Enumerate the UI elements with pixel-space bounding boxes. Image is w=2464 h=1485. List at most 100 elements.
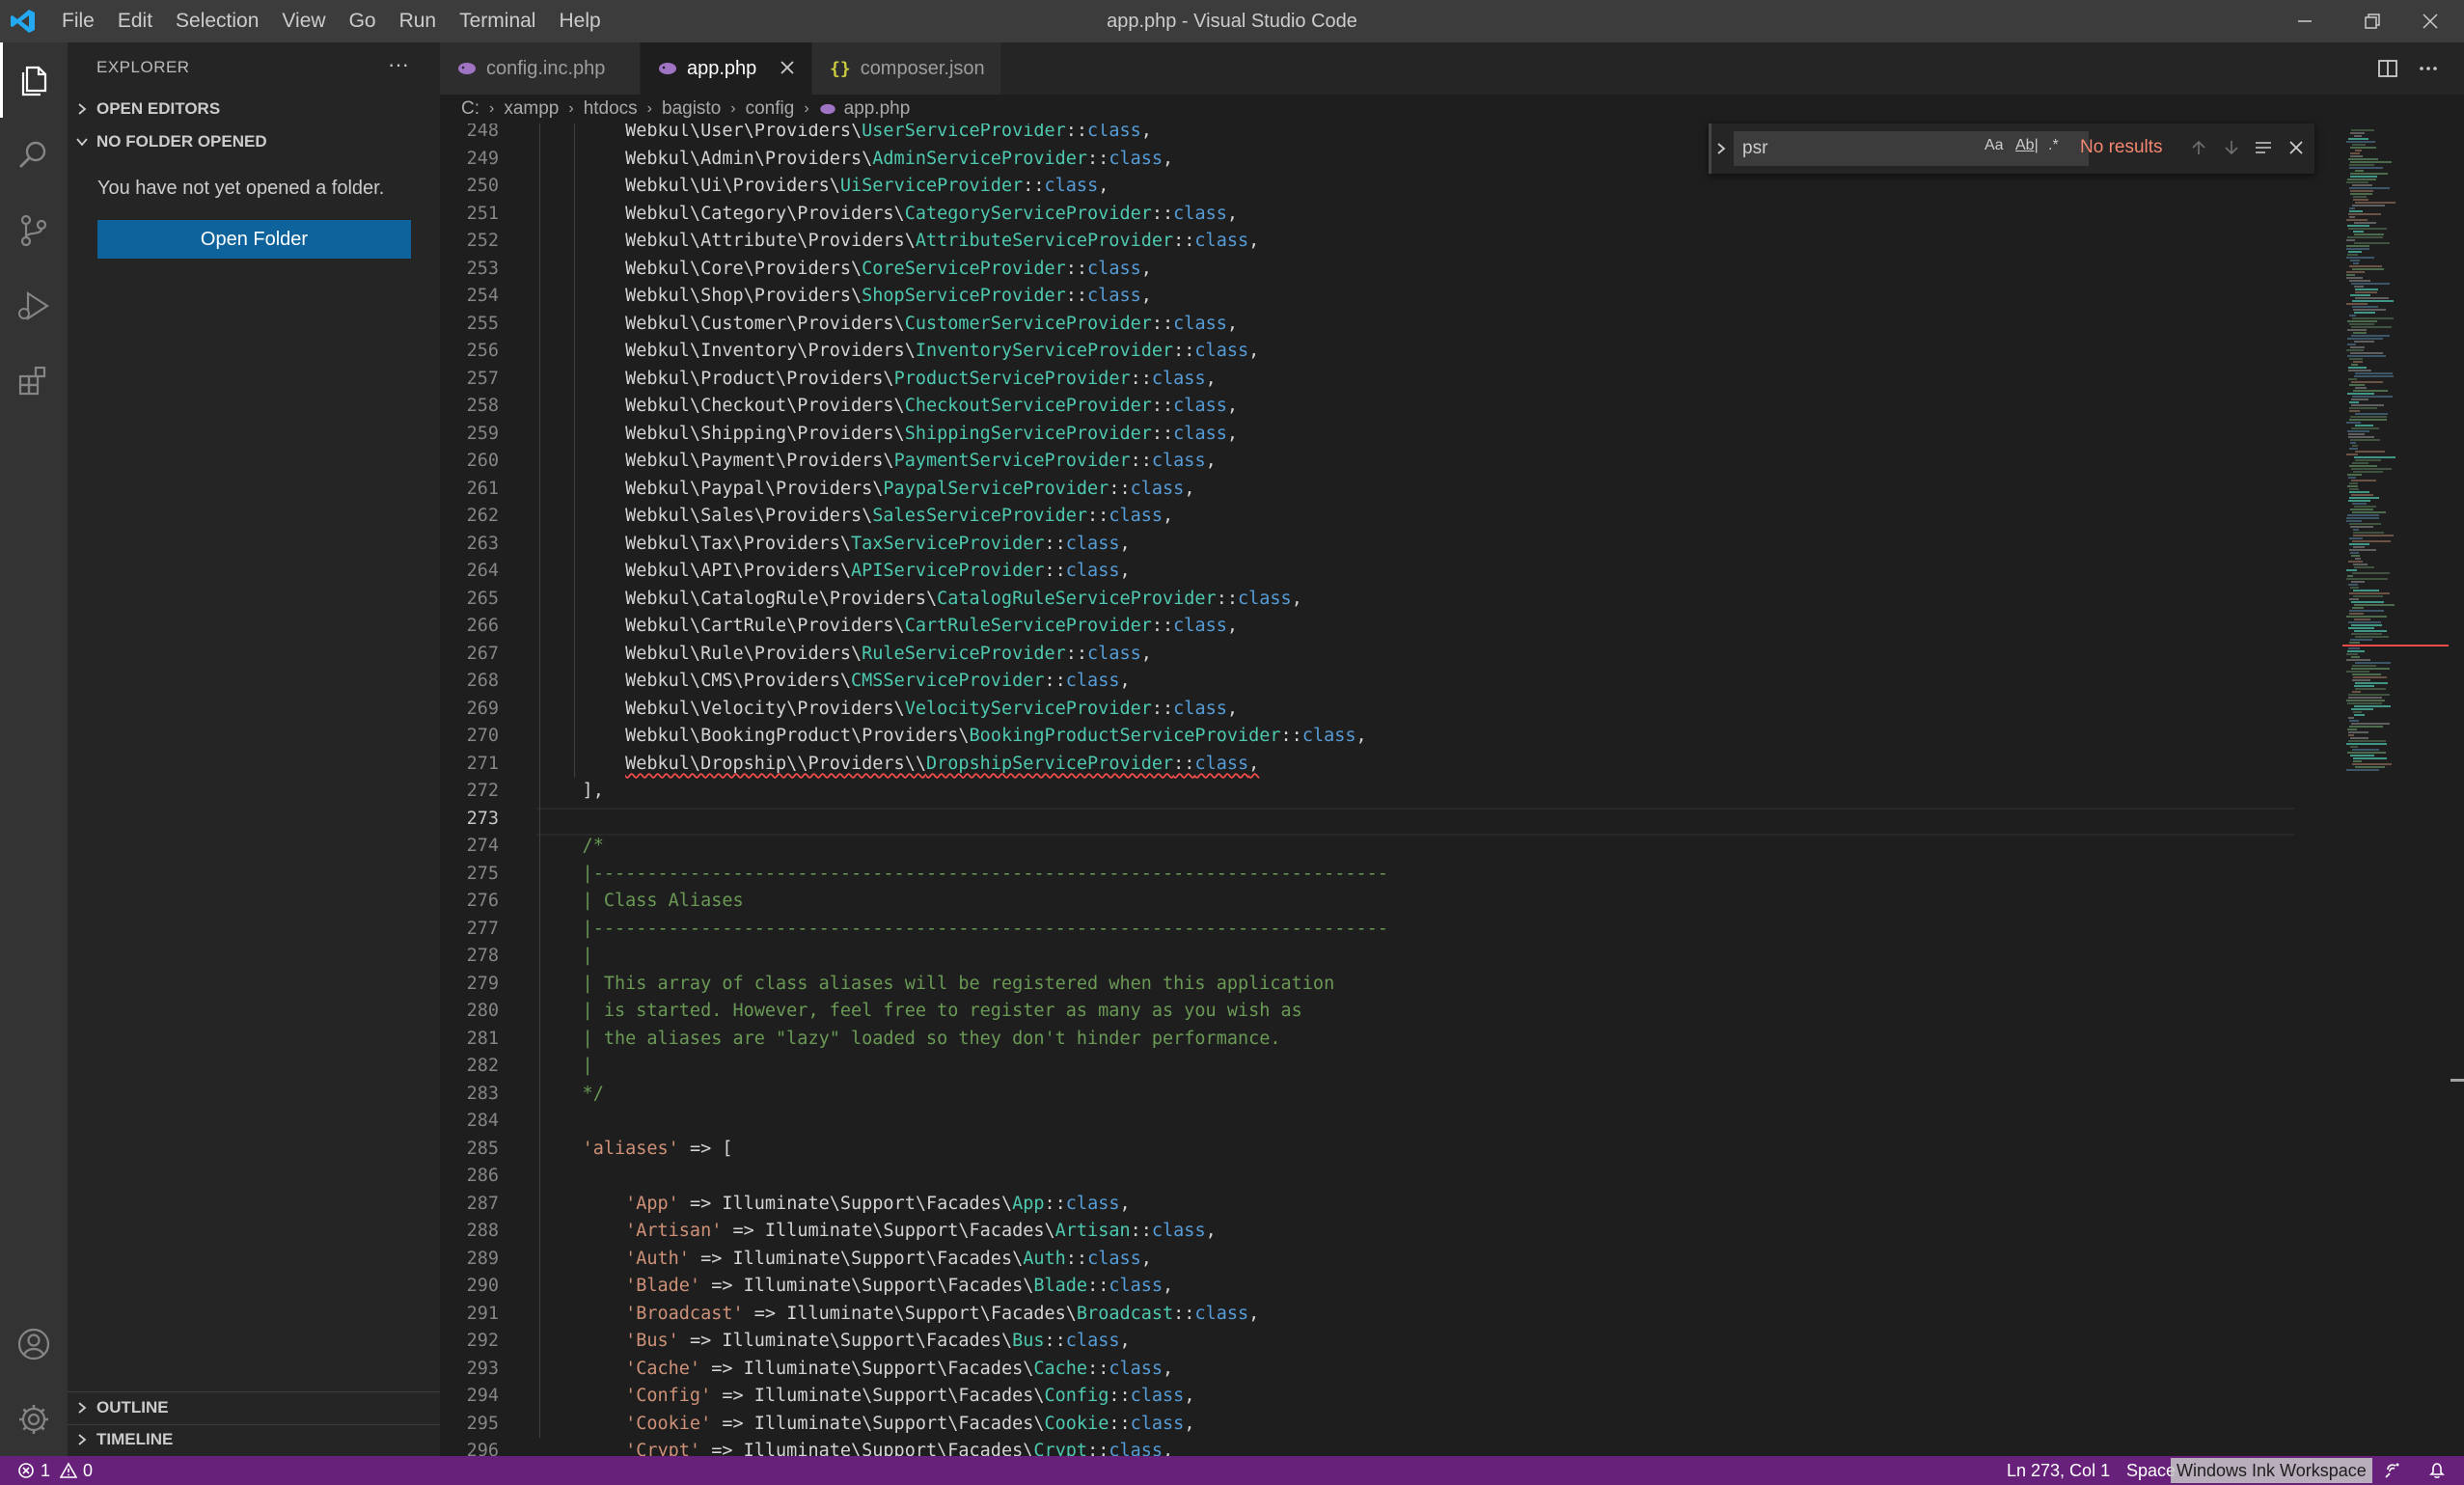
extensions-button[interactable] [0, 344, 68, 419]
close-find-button[interactable] [2284, 135, 2309, 160]
next-match-button[interactable] [2219, 135, 2244, 160]
cursor-position[interactable]: Ln 273, Col 1 [2007, 1456, 2110, 1485]
minimap[interactable] [2342, 124, 2449, 780]
code-line[interactable]: Webkul\Inventory\Providers\InventoryServ… [539, 338, 2295, 366]
code-line[interactable]: Webkul\Checkout\Providers\CheckoutServic… [539, 393, 2295, 421]
code-line[interactable]: Webkul\Core\Providers\CoreServiceProvide… [539, 256, 2295, 284]
accounts-button[interactable] [0, 1306, 68, 1382]
code-area[interactable]: Webkul\User\Providers\UserServiceProvide… [539, 124, 2295, 1456]
feedback-button[interactable] [2383, 1456, 2402, 1485]
code-line[interactable]: Webkul\API\Providers\APIServiceProvider:… [539, 558, 2295, 586]
code-editor[interactable]: 248 249 250 251 252 253 254 255 256 257 258 259 260 2… [440, 124, 2464, 1456]
menu-edit[interactable]: Edit [106, 10, 164, 33]
code-line[interactable]: Webkul\Paypal\Providers\PaypalServicePro… [539, 476, 2295, 504]
code-line[interactable]: Webkul\CatalogRule\Providers\CatalogRule… [539, 586, 2295, 614]
explorer-button[interactable] [0, 42, 68, 118]
code-line[interactable] [539, 1163, 2295, 1191]
split-editor-button[interactable] [2377, 42, 2398, 95]
code-line[interactable]: Webkul\Ui\Providers\UiServiceProvider::c… [539, 173, 2295, 201]
code-line[interactable]: Webkul\Category\Providers\CategoryServic… [539, 201, 2295, 229]
breadcrumb-item[interactable]: bagisto [662, 98, 721, 120]
code-line[interactable]: Webkul\Dropship\\Providers\\DropshipServ… [539, 751, 2295, 779]
indentation-setting[interactable]: Space [2126, 1456, 2176, 1485]
vertical-scrollbar[interactable] [2449, 124, 2464, 1456]
menu-help[interactable]: Help [547, 10, 612, 33]
code-line[interactable]: | [539, 1053, 2295, 1081]
search-button[interactable] [0, 118, 68, 193]
code-line[interactable]: Webkul\CartRule\Providers\CartRuleServic… [539, 613, 2295, 641]
code-line[interactable]: 'App' => Illuminate\Support\Facades\App:… [539, 1191, 2295, 1219]
menu-terminal[interactable]: Terminal [448, 10, 547, 33]
breadcrumb-item[interactable]: htdocs [584, 98, 638, 120]
code-line[interactable]: |---------------------------------------… [539, 916, 2295, 944]
minimize-button[interactable] [2271, 0, 2339, 42]
breadcrumb-item[interactable]: C: [461, 98, 479, 120]
code-line[interactable]: | This array of class aliases will be re… [539, 971, 2295, 999]
code-line[interactable]: */ [539, 1081, 2295, 1109]
close-window-button[interactable] [2396, 0, 2464, 42]
menu-go[interactable]: Go [338, 10, 388, 33]
code-line[interactable]: Webkul\Tax\Providers\TaxServiceProvider:… [539, 531, 2295, 559]
minimap-line [2353, 535, 2394, 536]
source-control-button[interactable] [0, 193, 68, 268]
menu-file[interactable]: File [50, 10, 106, 33]
match-case-toggle[interactable]: Aa [1985, 137, 2004, 154]
code-line[interactable]: 'Crypt' => Illuminate\Support\Facades\Cr… [539, 1438, 2295, 1456]
find-in-selection-button[interactable] [2251, 135, 2276, 160]
code-line[interactable]: |---------------------------------------… [539, 861, 2295, 889]
tab-composer-json[interactable]: {} composer.json [812, 42, 1001, 95]
menu-view[interactable]: View [270, 10, 337, 33]
breadcrumb-item[interactable]: config [746, 98, 795, 120]
code-line[interactable]: 'Cache' => Illuminate\Support\Facades\Ca… [539, 1356, 2295, 1384]
notifications-button[interactable] [2427, 1456, 2447, 1485]
code-line[interactable]: Webkul\Customer\Providers\CustomerServic… [539, 311, 2295, 339]
manage-button[interactable] [0, 1382, 68, 1457]
code-line[interactable]: | the aliases are "lazy" loaded so they … [539, 1026, 2295, 1054]
code-line[interactable]: Webkul\BookingProduct\Providers\BookingP… [539, 723, 2295, 751]
code-line[interactable]: Webkul\CMS\Providers\CMSServiceProvider:… [539, 668, 2295, 696]
sidebar-more-actions[interactable]: ··· [388, 52, 409, 77]
menu-selection[interactable]: Selection [164, 10, 270, 33]
previous-match-button[interactable] [2186, 135, 2211, 160]
open-editors-section[interactable]: OPEN EDITORS [68, 93, 440, 125]
code-line[interactable]: ], [539, 778, 2295, 806]
code-line[interactable]: Webkul\Shipping\Providers\ShippingServic… [539, 421, 2295, 449]
match-whole-word-toggle[interactable]: Ab| [2015, 137, 2039, 154]
code-line[interactable] [539, 806, 2295, 834]
code-line[interactable]: Webkul\Attribute\Providers\AttributeServ… [539, 228, 2295, 256]
code-line[interactable]: Webkul\Shop\Providers\ShopServiceProvide… [539, 283, 2295, 311]
code-line[interactable]: 'aliases' => [ [539, 1136, 2295, 1164]
code-line[interactable]: | is started. However, feel free to regi… [539, 998, 2295, 1026]
breadcrumb-item[interactable]: app.php [844, 98, 911, 120]
code-line[interactable]: Webkul\Sales\Providers\SalesServiceProvi… [539, 503, 2295, 531]
code-line[interactable]: | [539, 943, 2295, 971]
code-line[interactable]: Webkul\Rule\Providers\RuleServiceProvide… [539, 641, 2295, 669]
tab-config-inc-php[interactable]: config.inc.php [440, 42, 641, 95]
code-line[interactable]: 'Blade' => Illuminate\Support\Facades\Bl… [539, 1273, 2295, 1301]
code-line[interactable]: /* [539, 833, 2295, 861]
tab-close-button[interactable] [780, 56, 795, 81]
problems-indicator[interactable]: 1 0 [17, 1456, 93, 1485]
code-line[interactable]: 'Broadcast' => Illuminate\Support\Facade… [539, 1301, 2295, 1329]
more-actions-button[interactable] [2418, 42, 2439, 95]
code-line[interactable] [539, 1108, 2295, 1136]
toggle-replace-button[interactable] [1709, 124, 1730, 174]
code-line[interactable]: 'Cookie' => Illuminate\Support\Facades\C… [539, 1411, 2295, 1439]
outline-section[interactable]: OUTLINE [68, 1391, 440, 1424]
run-debug-button[interactable] [0, 268, 68, 344]
code-line[interactable]: 'Auth' => Illuminate\Support\Facades\Aut… [539, 1246, 2295, 1274]
menu-run[interactable]: Run [388, 10, 449, 33]
code-line[interactable]: Webkul\Velocity\Providers\VelocityServic… [539, 696, 2295, 724]
no-folder-section[interactable]: NO FOLDER OPENED [68, 125, 440, 158]
code-line[interactable]: 'Artisan' => Illuminate\Support\Facades\… [539, 1218, 2295, 1246]
breadcrumb-item[interactable]: xampp [504, 98, 559, 120]
code-line[interactable]: 'Bus' => Illuminate\Support\Facades\Bus:… [539, 1328, 2295, 1356]
code-line[interactable]: Webkul\Product\Providers\ProductServiceP… [539, 366, 2295, 394]
timeline-section[interactable]: TIMELINE [68, 1423, 440, 1456]
open-folder-button[interactable]: Open Folder [97, 220, 411, 259]
code-line[interactable]: | Class Aliases [539, 888, 2295, 916]
tab-app-php[interactable]: app.php [641, 42, 812, 95]
code-line[interactable]: Webkul\Payment\Providers\PaymentServiceP… [539, 448, 2295, 476]
code-line[interactable]: 'Config' => Illuminate\Support\Facades\C… [539, 1383, 2295, 1411]
use-regex-toggle[interactable]: .* [2048, 137, 2059, 154]
